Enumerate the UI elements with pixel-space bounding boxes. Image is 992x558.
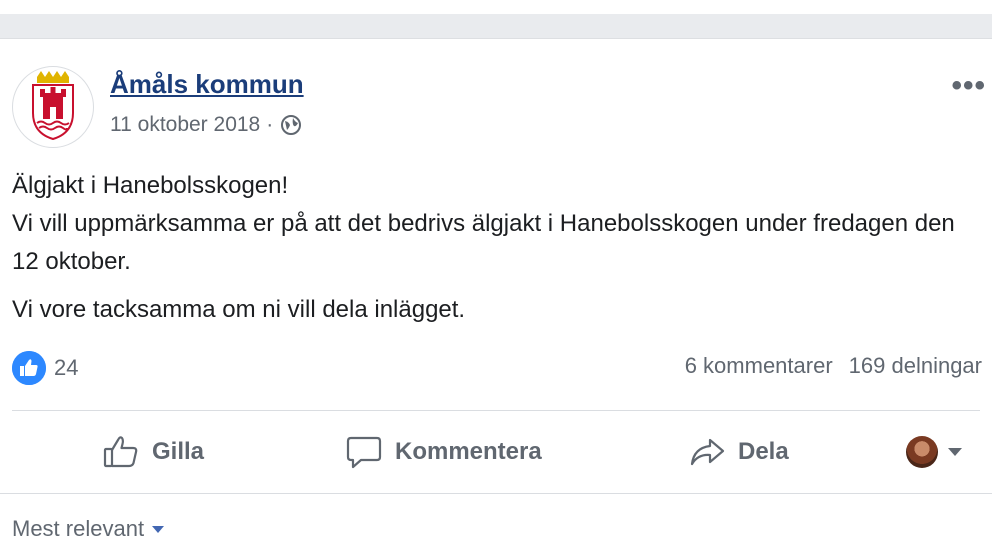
post-body: Älgjakt i Hanebolsskogen! Vi vill uppmär… (12, 167, 982, 329)
top-strip (0, 0, 992, 14)
post-text-line: Vi vore tacksamma om ni vill dela inlägg… (12, 296, 466, 323)
shares-count-link[interactable]: 169 delningar (849, 353, 982, 378)
user-avatar (906, 436, 938, 468)
post-meta: 11 oktober 2018 · (110, 113, 303, 137)
feed-separator-band (0, 14, 992, 39)
comment-button-label: Kommentera (395, 438, 542, 465)
post-date[interactable]: 11 oktober 2018 (110, 113, 260, 137)
post-card: Åmåls kommun 11 oktober 2018 · ••• Älgja… (0, 39, 992, 558)
meta-separator: · (266, 113, 274, 136)
comments-count-link[interactable]: 6 kommentarer (685, 353, 833, 378)
like-button[interactable]: Gilla (102, 428, 204, 476)
share-button-label: Dela (738, 438, 789, 465)
like-button-label: Gilla (152, 438, 205, 465)
reactions-count: 24 (54, 355, 79, 380)
reactions-summary[interactable]: 24 (12, 351, 78, 385)
comment-sort-label: Mest relevant (12, 516, 145, 541)
comment-button[interactable]: Kommentera (345, 428, 542, 476)
share-button[interactable]: Dela (688, 428, 789, 476)
like-reaction-icon (12, 351, 46, 385)
page-name-link[interactable]: Åmåls kommun (110, 69, 304, 100)
post-text-line: Vi vill uppmärksamma er på att det bedri… (12, 210, 955, 275)
chevron-down-icon (152, 525, 165, 533)
page-avatar[interactable] (12, 66, 94, 148)
thumbs-up-icon (103, 436, 138, 468)
share-arrow-icon (690, 438, 725, 466)
chevron-down-icon (948, 448, 962, 456)
coat-of-arms-logo (32, 71, 74, 141)
divider (0, 493, 992, 494)
divider (12, 410, 980, 411)
comment-sort-dropdown[interactable]: Mest relevant (12, 516, 165, 542)
more-options-icon[interactable]: ••• (951, 69, 986, 103)
engagement-counts: 6 kommentarer 169 delningar (685, 353, 982, 379)
post-as-selector[interactable] (906, 428, 962, 476)
globe-icon[interactable] (279, 113, 303, 137)
action-bar: Gilla Kommentera Dela (0, 428, 992, 476)
post-text-line: Älgjakt i Hanebolsskogen! (12, 172, 289, 199)
comment-bubble-icon (346, 436, 382, 469)
